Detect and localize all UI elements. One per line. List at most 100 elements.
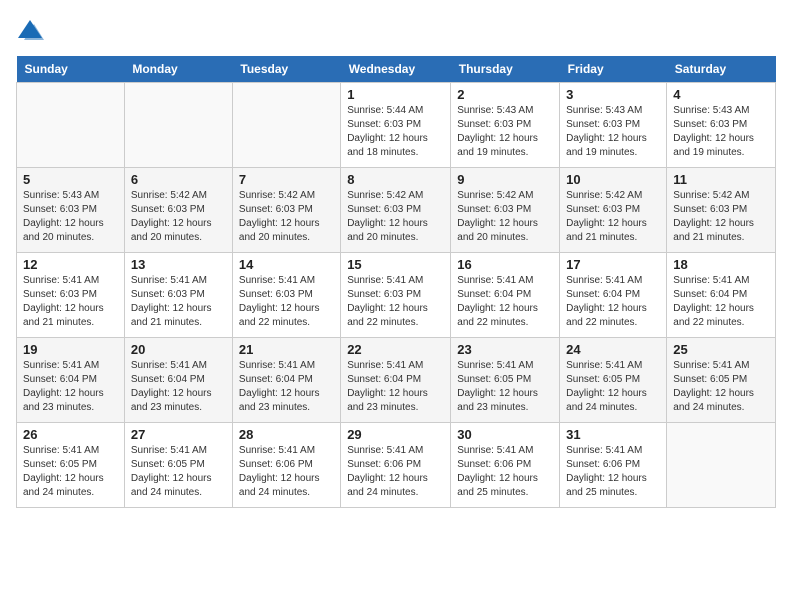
day-info: Sunrise: 5:43 AMSunset: 6:03 PMDaylight:… <box>457 104 553 160</box>
day-number: 6 <box>131 172 226 187</box>
day-number: 27 <box>131 427 226 442</box>
day-number: 26 <box>23 427 118 442</box>
calendar-day-cell <box>124 83 232 168</box>
calendar-week-row: 5 Sunrise: 5:43 AMSunset: 6:03 PMDaylight… <box>17 168 776 253</box>
day-number: 5 <box>23 172 118 187</box>
calendar-day-cell: 3 Sunrise: 5:43 AMSunset: 6:03 PMDaylight… <box>560 83 667 168</box>
day-number: 13 <box>131 257 226 272</box>
calendar-day-cell <box>17 83 125 168</box>
day-info: Sunrise: 5:41 AMSunset: 6:04 PMDaylight:… <box>23 359 118 415</box>
calendar-day-cell: 23Sunrise: 5:41 AMSunset: 6:05 PMDayligh… <box>451 338 560 423</box>
day-info: Sunrise: 5:42 AMSunset: 6:03 PMDaylight:… <box>566 189 660 245</box>
day-number: 10 <box>566 172 660 187</box>
day-number: 4 <box>673 87 769 102</box>
day-info: Sunrise: 5:42 AMSunset: 6:03 PMDaylight:… <box>347 189 444 245</box>
day-number: 1 <box>347 87 444 102</box>
day-number: 28 <box>239 427 334 442</box>
calendar-day-cell: 16Sunrise: 5:41 AMSunset: 6:04 PMDayligh… <box>451 253 560 338</box>
day-info: Sunrise: 5:41 AMSunset: 6:05 PMDaylight:… <box>457 359 553 415</box>
calendar-day-cell: 13 Sunrise: 5:41 AMSunset: 6:03 PMDayligh… <box>124 253 232 338</box>
calendar-day-cell: 6Sunrise: 5:42 AMSunset: 6:03 PMDaylight… <box>124 168 232 253</box>
calendar-day-cell: 12 Sunrise: 5:41 AMSunset: 6:03 PMDayligh… <box>17 253 125 338</box>
calendar-day-cell: 11 Sunrise: 5:42 AMSunset: 6:03 PMDayligh… <box>667 168 776 253</box>
weekday-header: Monday <box>124 56 232 83</box>
day-info: Sunrise: 5:41 AMSunset: 6:04 PMDaylight:… <box>673 274 769 330</box>
day-info: Sunrise: 5:43 AMSunset: 6:03 PMDaylight:… <box>566 104 660 160</box>
day-info: Sunrise: 5:42 AMSunset: 6:03 PMDaylight:… <box>457 189 553 245</box>
calendar-day-cell: 29 Sunrise: 5:41 AMSunset: 6:06 PMDayligh… <box>341 423 451 508</box>
day-number: 24 <box>566 342 660 357</box>
day-info: Sunrise: 5:43 AMSunset: 6:03 PMDaylight:… <box>23 189 118 245</box>
day-number: 2 <box>457 87 553 102</box>
day-info: Sunrise: 5:41 AMSunset: 6:05 PMDaylight:… <box>566 359 660 415</box>
day-number: 30 <box>457 427 553 442</box>
logo-icon <box>16 16 44 44</box>
calendar-day-cell <box>667 423 776 508</box>
calendar-day-cell: 5 Sunrise: 5:43 AMSunset: 6:03 PMDaylight… <box>17 168 125 253</box>
day-info: Sunrise: 5:41 AMSunset: 6:04 PMDaylight:… <box>566 274 660 330</box>
day-info: Sunrise: 5:42 AMSunset: 6:03 PMDaylight:… <box>673 189 769 245</box>
calendar-day-cell: 10 Sunrise: 5:42 AMSunset: 6:03 PMDayligh… <box>560 168 667 253</box>
calendar-day-cell: 30 Sunrise: 5:41 AMSunset: 6:06 PMDayligh… <box>451 423 560 508</box>
day-number: 9 <box>457 172 553 187</box>
calendar-table: SundayMondayTuesdayWednesdayThursdayFrid… <box>16 56 776 508</box>
calendar-day-cell: 14 Sunrise: 5:41 AMSunset: 6:03 PMDayligh… <box>232 253 340 338</box>
calendar-day-cell: 2 Sunrise: 5:43 AMSunset: 6:03 PMDaylight… <box>451 83 560 168</box>
day-info: Sunrise: 5:41 AMSunset: 6:03 PMDaylight:… <box>23 274 118 330</box>
day-info: Sunrise: 5:41 AMSunset: 6:04 PMDaylight:… <box>131 359 226 415</box>
calendar-day-cell: 31 Sunrise: 5:41 AMSunset: 6:06 PMDayligh… <box>560 423 667 508</box>
day-number: 3 <box>566 87 660 102</box>
calendar-day-cell: 21 Sunrise: 5:41 AMSunset: 6:04 PMDayligh… <box>232 338 340 423</box>
day-info: Sunrise: 5:44 AMSunset: 6:03 PMDaylight:… <box>347 104 444 160</box>
calendar-week-row: 12 Sunrise: 5:41 AMSunset: 6:03 PMDayligh… <box>17 253 776 338</box>
calendar-day-cell: 17 Sunrise: 5:41 AMSunset: 6:04 PMDayligh… <box>560 253 667 338</box>
calendar-week-row: 26 Sunrise: 5:41 AMSunset: 6:05 PMDayligh… <box>17 423 776 508</box>
calendar-day-cell: 7 Sunrise: 5:42 AMSunset: 6:03 PMDaylight… <box>232 168 340 253</box>
calendar-day-cell: 15 Sunrise: 5:41 AMSunset: 6:03 PMDayligh… <box>341 253 451 338</box>
weekday-header: Saturday <box>667 56 776 83</box>
day-info: Sunrise: 5:41 AMSunset: 6:05 PMDaylight:… <box>673 359 769 415</box>
day-number: 8 <box>347 172 444 187</box>
day-number: 19 <box>23 342 118 357</box>
day-info: Sunrise: 5:41 AMSunset: 6:06 PMDaylight:… <box>457 444 553 500</box>
day-number: 31 <box>566 427 660 442</box>
day-number: 29 <box>347 427 444 442</box>
calendar-day-cell <box>232 83 340 168</box>
day-info: Sunrise: 5:41 AMSunset: 6:03 PMDaylight:… <box>347 274 444 330</box>
calendar-day-cell: 9 Sunrise: 5:42 AMSunset: 6:03 PMDaylight… <box>451 168 560 253</box>
day-info: Sunrise: 5:42 AMSunset: 6:03 PMDaylight:… <box>239 189 334 245</box>
weekday-header: Sunday <box>17 56 125 83</box>
day-number: 14 <box>239 257 334 272</box>
day-number: 18 <box>673 257 769 272</box>
day-info: Sunrise: 5:41 AMSunset: 6:05 PMDaylight:… <box>23 444 118 500</box>
calendar-week-row: 19 Sunrise: 5:41 AMSunset: 6:04 PMDayligh… <box>17 338 776 423</box>
calendar-day-cell: 28Sunrise: 5:41 AMSunset: 6:06 PMDayligh… <box>232 423 340 508</box>
day-number: 15 <box>347 257 444 272</box>
calendar-header-row: SundayMondayTuesdayWednesdayThursdayFrid… <box>17 56 776 83</box>
weekday-header: Tuesday <box>232 56 340 83</box>
day-info: Sunrise: 5:41 AMSunset: 6:04 PMDaylight:… <box>347 359 444 415</box>
calendar-day-cell: 18 Sunrise: 5:41 AMSunset: 6:04 PMDayligh… <box>667 253 776 338</box>
weekday-header: Friday <box>560 56 667 83</box>
logo <box>16 16 48 44</box>
calendar-day-cell: 25Sunrise: 5:41 AMSunset: 6:05 PMDayligh… <box>667 338 776 423</box>
day-number: 20 <box>131 342 226 357</box>
day-number: 22 <box>347 342 444 357</box>
day-number: 11 <box>673 172 769 187</box>
day-info: Sunrise: 5:41 AMSunset: 6:06 PMDaylight:… <box>566 444 660 500</box>
calendar-day-cell: 22 Sunrise: 5:41 AMSunset: 6:04 PMDayligh… <box>341 338 451 423</box>
day-info: Sunrise: 5:43 AMSunset: 6:03 PMDaylight:… <box>673 104 769 160</box>
day-info: Sunrise: 5:41 AMSunset: 6:06 PMDaylight:… <box>347 444 444 500</box>
calendar-day-cell: 26 Sunrise: 5:41 AMSunset: 6:05 PMDayligh… <box>17 423 125 508</box>
calendar-week-row: 1 Sunrise: 5:44 AMSunset: 6:03 PMDaylight… <box>17 83 776 168</box>
day-info: Sunrise: 5:41 AMSunset: 6:05 PMDaylight:… <box>131 444 226 500</box>
weekday-header: Thursday <box>451 56 560 83</box>
day-number: 12 <box>23 257 118 272</box>
weekday-header: Wednesday <box>341 56 451 83</box>
day-number: 21 <box>239 342 334 357</box>
day-number: 17 <box>566 257 660 272</box>
day-info: Sunrise: 5:41 AMSunset: 6:03 PMDaylight:… <box>131 274 226 330</box>
day-info: Sunrise: 5:41 AMSunset: 6:03 PMDaylight:… <box>239 274 334 330</box>
day-number: 7 <box>239 172 334 187</box>
day-info: Sunrise: 5:41 AMSunset: 6:04 PMDaylight:… <box>239 359 334 415</box>
